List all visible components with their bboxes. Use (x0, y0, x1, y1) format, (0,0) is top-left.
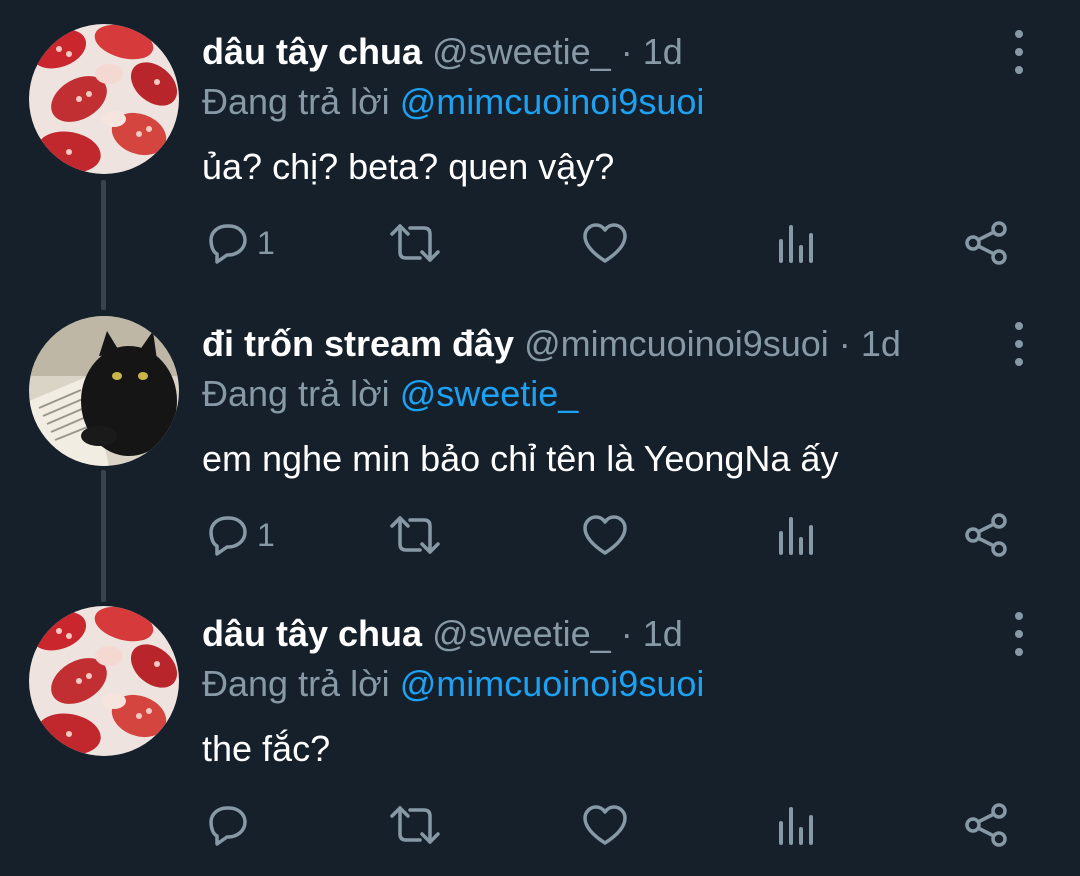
tweet-actions: 1 (0, 510, 1080, 560)
separator: · (838, 323, 851, 364)
timestamp[interactable]: 1d (861, 323, 901, 364)
handle[interactable]: @sweetie_ (432, 613, 611, 654)
timestamp[interactable]: 1d (643, 31, 683, 72)
separator: · (620, 613, 633, 654)
share-icon (965, 513, 1007, 557)
reply-handle-link[interactable]: @mimcuoinoi9suoi (400, 81, 705, 122)
share-button[interactable] (964, 800, 1010, 850)
like-button[interactable] (582, 218, 628, 268)
tweet-content: dâu tây chua @sweetie_ · 1d Đang trả lời… (202, 28, 1000, 198)
avatar[interactable] (29, 24, 179, 174)
handle[interactable]: @mimcuoinoi9suoi (524, 323, 829, 364)
reply-icon (209, 516, 247, 556)
replying-to-label: Đang trả lời (202, 663, 390, 704)
handle[interactable]: @sweetie_ (432, 31, 611, 72)
display-name[interactable]: dâu tây chua (202, 613, 422, 654)
reply-icon (209, 224, 247, 264)
like-icon (583, 515, 627, 555)
analytics-button[interactable] (776, 218, 816, 268)
replying-to-label: Đang trả lời (202, 81, 390, 122)
display-name[interactable]: dâu tây chua (202, 31, 422, 72)
tweet-header: dâu tây chua @sweetie_ · 1d (202, 28, 1000, 76)
reply-button[interactable]: 1 (205, 510, 275, 560)
retweet-button[interactable] (388, 218, 442, 268)
tweet-text: em nghe min bảo chỉ tên là YeongNa ấy (202, 438, 839, 479)
retweet-button[interactable] (388, 510, 442, 560)
reply-icon (209, 806, 247, 846)
replying-to: Đang trả lời @mimcuoinoi9suoi (202, 658, 1000, 710)
like-button[interactable] (582, 510, 628, 560)
tweet-header: dâu tây chua @sweetie_ · 1d (202, 610, 1000, 658)
tweet-actions (0, 800, 1080, 850)
share-icon (965, 803, 1007, 847)
analytics-icon (779, 807, 813, 845)
replying-to-label: Đang trả lời (202, 373, 390, 414)
share-button[interactable] (964, 218, 1010, 268)
analytics-button[interactable] (776, 800, 816, 850)
more-options-icon[interactable] (1004, 30, 1034, 74)
strawberry-milk-photo (29, 24, 179, 174)
tweet[interactable]: đi trốn stream đây @mimcuoinoi9suoi · 1d… (0, 292, 1080, 584)
avatar[interactable] (29, 316, 179, 466)
tweet-text: the fắc? (202, 728, 331, 769)
analytics-icon (779, 517, 813, 555)
analytics-icon (779, 225, 813, 263)
reply-count: 1 (257, 516, 275, 553)
tweet[interactable]: dâu tây chua @sweetie_ · 1d Đang trả lời… (0, 0, 1080, 292)
like-icon (583, 805, 627, 845)
reply-handle-link[interactable]: @mimcuoinoi9suoi (400, 663, 705, 704)
display-name[interactable]: đi trốn stream đây (202, 323, 514, 364)
more-options-icon[interactable] (1004, 322, 1034, 366)
like-icon (583, 223, 627, 263)
separator: · (620, 31, 633, 72)
tweet-header: đi trốn stream đây @mimcuoinoi9suoi · 1d (202, 320, 1000, 368)
reply-count: 1 (257, 224, 275, 261)
retweet-icon (390, 516, 440, 554)
share-icon (965, 221, 1007, 265)
tweet-content: đi trốn stream đây @mimcuoinoi9suoi · 1d… (202, 320, 1000, 490)
tweet[interactable]: dâu tây chua @sweetie_ · 1d Đang trả lời… (0, 582, 1080, 874)
retweet-button[interactable] (388, 800, 442, 850)
retweet-icon (390, 806, 440, 844)
avatar[interactable] (29, 606, 179, 756)
tweet-actions: 1 (0, 218, 1080, 268)
reply-button[interactable] (205, 800, 257, 850)
reply-button[interactable]: 1 (205, 218, 275, 268)
timestamp[interactable]: 1d (643, 613, 683, 654)
retweet-icon (390, 224, 440, 262)
like-button[interactable] (582, 800, 628, 850)
more-options-icon[interactable] (1004, 612, 1034, 656)
tweet-text: ủa? chị? beta? quen vậy? (202, 146, 615, 187)
analytics-button[interactable] (776, 510, 816, 560)
reply-handle-link[interactable]: @sweetie_ (400, 373, 579, 414)
strawberry-milk-photo (29, 606, 179, 756)
black-cat-with-book-photo (29, 316, 179, 466)
replying-to: Đang trả lời @sweetie_ (202, 368, 1000, 420)
replying-to: Đang trả lời @mimcuoinoi9suoi (202, 76, 1000, 128)
tweet-content: dâu tây chua @sweetie_ · 1d Đang trả lời… (202, 610, 1000, 780)
share-button[interactable] (964, 510, 1010, 560)
